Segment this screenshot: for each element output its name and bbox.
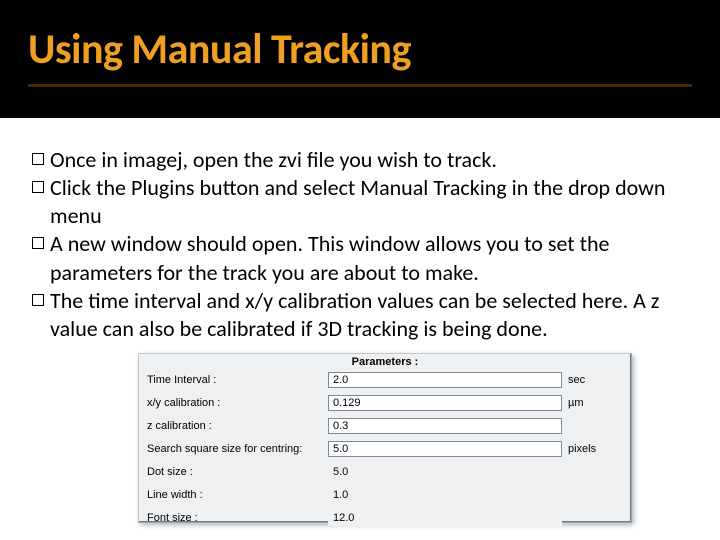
line-width-label: Line width : [147,489,322,501]
square-bullet-icon [32,294,44,306]
xy-calibration-unit: µm [568,397,623,409]
slide-title: Using Manual Tracking [28,24,692,75]
time-interval-input[interactable]: 2.0 [328,372,562,388]
panel-title: Parameters : [139,354,631,372]
bullet-text: A new window should open. This window al… [50,230,688,286]
time-interval-unit: sec [568,374,623,386]
font-size-input[interactable]: 12.0 [328,510,562,526]
search-square-label: Search square size for centring: [147,443,322,455]
search-square-input[interactable]: 5.0 [328,441,562,457]
bullet-text: The time interval and x/y calibration va… [50,287,688,343]
slide-header: Using Manual Tracking [0,0,720,118]
bullet-item: The time interval and x/y calibration va… [32,287,688,343]
xy-calibration-label: x/y calibration : [147,397,322,409]
line-width-input[interactable]: 1.0 [328,487,562,503]
parameters-panel: Parameters : Time Interval : 2.0 sec x/y… [138,353,632,523]
square-bullet-icon [32,181,44,193]
search-square-unit: pixels [568,443,623,455]
slide-body: Once in imagej, open the zvi file you wi… [0,118,720,343]
bullet-item: Click the Plugins button and select Manu… [32,174,688,230]
square-bullet-icon [32,237,44,249]
xy-calibration-input[interactable]: 0.129 [328,395,562,411]
square-bullet-icon [32,153,44,165]
font-size-label: Font size : [147,512,322,524]
dot-size-input[interactable]: 5.0 [328,464,562,480]
bullet-item: A new window should open. This window al… [32,230,688,286]
time-interval-label: Time Interval : [147,374,322,386]
bullet-text: Click the Plugins button and select Manu… [50,174,688,230]
bullet-item: Once in imagej, open the zvi file you wi… [32,146,688,174]
bullet-text: Once in imagej, open the zvi file you wi… [50,146,688,174]
bullet-list: Once in imagej, open the zvi file you wi… [32,146,688,343]
panel-rows: Time Interval : 2.0 sec x/y calibration … [139,372,631,532]
z-calibration-label: z calibration : [147,420,322,432]
dot-size-label: Dot size : [147,466,322,478]
title-underline [28,84,692,87]
z-calibration-input[interactable]: 0.3 [328,418,562,434]
